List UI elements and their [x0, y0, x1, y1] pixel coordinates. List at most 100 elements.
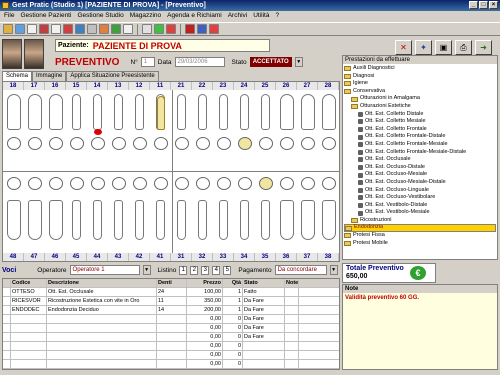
table-cell[interactable] — [285, 306, 299, 314]
listino-1[interactable]: 1 — [179, 265, 188, 275]
note-text[interactable]: Validità preventivo 60 GG. — [343, 293, 497, 303]
upper-occlusal-17[interactable] — [27, 137, 42, 150]
table-cell[interactable] — [47, 342, 157, 350]
tree-item[interactable]: Ott. Est. Occluso-Linguale — [344, 187, 496, 195]
lower-tooth-33[interactable] — [219, 200, 228, 240]
listino-5[interactable]: 5 — [223, 265, 232, 275]
table-cell[interactable]: 24 — [157, 288, 187, 296]
lower-occlusal-45[interactable] — [69, 177, 84, 190]
tree-item[interactable]: Ott. Est. Colletto Frontale-Mesiale — [344, 141, 496, 149]
lower-tooth-37[interactable] — [300, 200, 315, 240]
row-indicator[interactable] — [3, 324, 11, 332]
lower-tooth-47[interactable] — [27, 200, 42, 240]
tooth-number-26[interactable]: 26 — [276, 82, 297, 90]
table-cell[interactable] — [157, 369, 187, 370]
table-cell[interactable]: 0,00 — [187, 333, 223, 341]
tree-item[interactable]: Otturazioni in Amalgama — [344, 95, 496, 103]
lower-occlusal-31[interactable] — [174, 177, 189, 190]
upper-tooth-28[interactable] — [321, 94, 336, 130]
money-icon[interactable] — [111, 24, 121, 34]
upper-tooth-27[interactable] — [300, 94, 315, 130]
upper-occlusal-21[interactable] — [174, 137, 189, 150]
table-cell[interactable] — [11, 324, 47, 332]
tree-item[interactable]: Ott. Est. Occluso-Mesiale-Distale — [344, 179, 496, 187]
table-cell[interactable] — [285, 342, 299, 350]
delete-button[interactable]: ✕ — [395, 40, 412, 55]
upper-occlusal-26[interactable] — [279, 137, 294, 150]
lower-occlusal-36[interactable] — [279, 177, 294, 190]
lower-tooth-44[interactable] — [93, 200, 102, 240]
col-codice[interactable]: Codice — [11, 279, 47, 287]
lower-tooth-36[interactable] — [279, 200, 294, 240]
table-row[interactable]: 0,000 — [3, 351, 339, 360]
list-icon[interactable] — [51, 24, 61, 34]
table-cell[interactable]: 1 — [223, 297, 243, 305]
tree-item[interactable]: Otturazioni Estetiche — [344, 103, 496, 111]
table-cell[interactable] — [157, 333, 187, 341]
table-cell[interactable] — [47, 360, 157, 368]
tooth-number-28[interactable]: 28 — [318, 82, 339, 90]
lower-tooth-31[interactable] — [177, 200, 186, 240]
menu-file[interactable]: File — [4, 11, 14, 21]
table-cell[interactable]: Da Fare — [243, 315, 285, 323]
report-icon[interactable] — [75, 24, 85, 34]
tooth-number-32[interactable]: 32 — [192, 253, 213, 261]
settings-icon[interactable] — [142, 24, 152, 34]
listino-2[interactable]: 2 — [190, 265, 199, 275]
tooth-number-25[interactable]: 25 — [255, 82, 276, 90]
col-prezzo[interactable]: Prezzo — [187, 279, 223, 287]
table-cell[interactable]: 0 — [223, 360, 243, 368]
tab-applica[interactable]: Applica Situazione Preesistente — [66, 71, 159, 81]
date-field[interactable]: 29/03/2006 — [174, 57, 225, 67]
table-cell[interactable] — [157, 360, 187, 368]
tooth-number-36[interactable]: 36 — [276, 253, 297, 261]
tooth-number-27[interactable]: 27 — [297, 82, 318, 90]
lower-occlusal-48[interactable] — [6, 177, 21, 190]
table-row[interactable]: 0,00 0 Da Fare — [3, 315, 339, 324]
table-cell[interactable] — [11, 351, 47, 359]
tooth-number-18[interactable]: 18 — [3, 82, 24, 90]
table-cell[interactable]: 100,00 — [187, 288, 223, 296]
tooth-number-41[interactable]: 41 — [150, 253, 171, 261]
table-row[interactable]: 0,00 0 Da Fare — [3, 324, 339, 333]
table-cell[interactable]: Da Fare — [243, 333, 285, 341]
table-cell[interactable] — [285, 288, 299, 296]
menu-archivi[interactable]: Archivi — [228, 11, 248, 21]
table-row[interactable]: 0,00 0 Da Fare — [3, 333, 339, 342]
table-cell[interactable] — [11, 360, 47, 368]
tooth-number-23[interactable]: 23 — [213, 82, 234, 90]
tooth-number-43[interactable]: 43 — [108, 253, 129, 261]
row-indicator[interactable] — [3, 342, 11, 350]
row-indicator[interactable] — [3, 333, 11, 341]
table-cell[interactable]: 0,00 — [187, 369, 223, 370]
save-button[interactable]: ▣ — [435, 40, 452, 55]
table-cell[interactable]: 0 — [223, 351, 243, 359]
table-cell[interactable]: 0,00 — [187, 324, 223, 332]
table-cell[interactable]: Da Fare — [243, 297, 285, 305]
menu-magazzino[interactable]: Magazzino — [130, 11, 161, 21]
table-cell[interactable] — [47, 351, 157, 359]
tooth-number-42[interactable]: 42 — [129, 253, 150, 261]
upper-occlusal-24[interactable] — [237, 137, 252, 150]
new-button[interactable]: ✦ — [415, 40, 432, 55]
pagamento-dropdown-icon[interactable]: ▼ — [329, 265, 338, 275]
operatore-select[interactable]: Operatore 1 — [69, 265, 140, 275]
voci-grid[interactable]: Codice Descrizione Denti Prezzo Qtà Stat… — [2, 278, 340, 370]
lower-occlusal-46[interactable] — [48, 177, 63, 190]
row-indicator[interactable] — [3, 297, 11, 305]
euro-icon[interactable]: € — [410, 266, 426, 280]
patient-photo-2[interactable] — [24, 39, 44, 69]
row-indicator[interactable] — [3, 360, 11, 368]
table-cell[interactable]: 0,00 — [187, 351, 223, 359]
lower-occlusal-32[interactable] — [195, 177, 210, 190]
maximize-button[interactable]: □ — [479, 1, 488, 9]
tree-item[interactable]: Ott. Est. Colletto Frontale-Mesiale-Dist… — [344, 149, 496, 157]
table-cell[interactable] — [285, 351, 299, 359]
tree-item[interactable]: Endodonzia — [344, 224, 496, 233]
upper-occlusal-11[interactable] — [153, 137, 168, 150]
dental-chart[interactable]: 18 17 16 15 14 13 12 11 21 22 23 24 25 26 27 28 48 47 46 4… — [2, 81, 340, 262]
pagamento-select[interactable]: Da concordare — [274, 265, 327, 275]
table-cell[interactable] — [11, 342, 47, 350]
upper-tooth-13[interactable] — [114, 94, 123, 130]
table-cell[interactable]: Fatto — [243, 288, 285, 296]
